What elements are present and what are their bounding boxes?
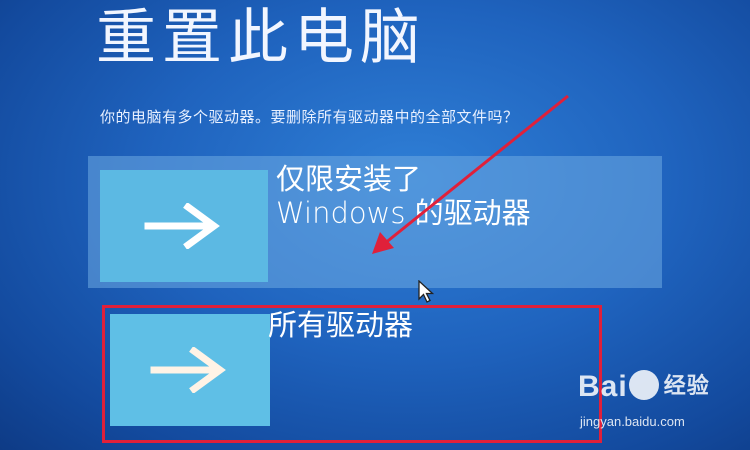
baidu-jingyan-watermark: Bai 经验 jingyan.baidu.com — [578, 368, 748, 446]
mouse-cursor-icon — [418, 280, 435, 303]
watermark-url: jingyan.baidu.com — [580, 414, 685, 429]
paw-icon — [628, 370, 659, 400]
watermark-logo-suffix: 经验 — [663, 373, 710, 398]
watermark-logo-text: Bai — [578, 370, 628, 403]
watermark-logo: Bai 经验 — [578, 368, 710, 404]
